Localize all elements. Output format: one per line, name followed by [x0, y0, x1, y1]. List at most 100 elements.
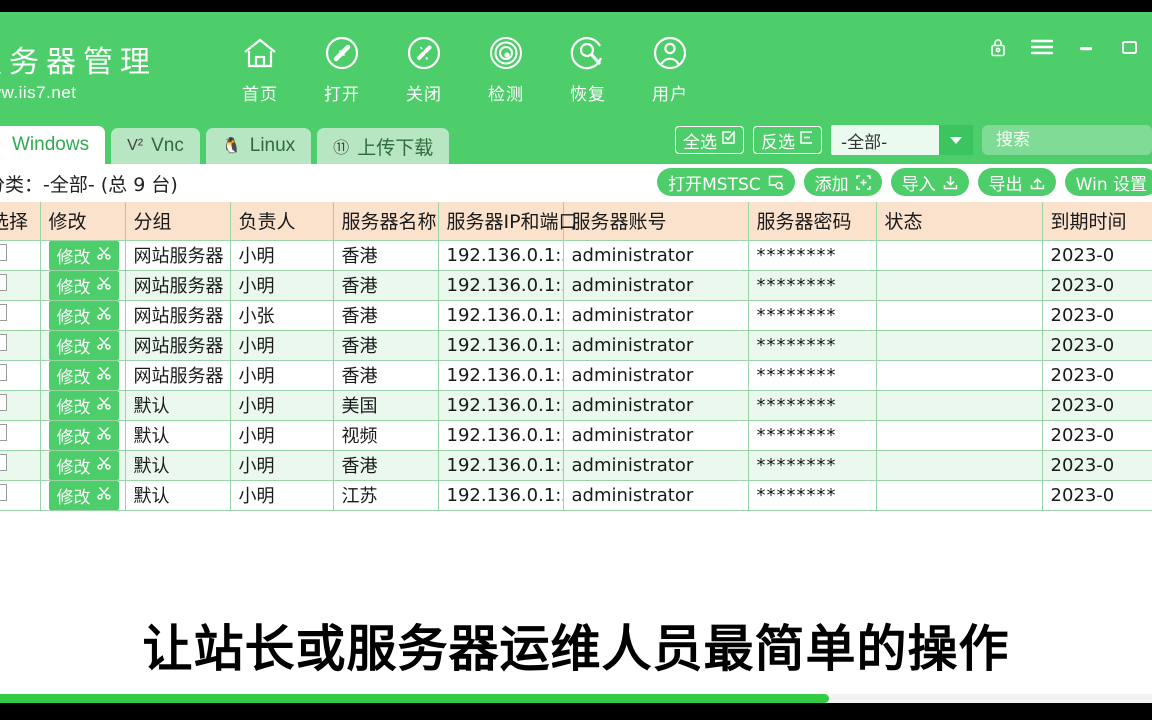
- scissors-icon: [96, 455, 111, 475]
- row-edit-cell[interactable]: 修改: [40, 330, 126, 361]
- row-server-ip: 192.136.0.1:3395: [438, 450, 564, 481]
- row-checkbox[interactable]: [0, 244, 7, 261]
- category-dropdown-value: -全部-: [841, 132, 888, 153]
- table-row[interactable]: 修改 网站服务器小明香港192.136.0.1:3389administrator…: [0, 240, 1152, 271]
- tab-linux[interactable]: 🐧 Linux: [205, 128, 312, 164]
- server-table-wrap: 选择 修改 分组 负责人 服务器名称 服务器IP和端口 服务器账号 服务器密码 …: [0, 202, 1152, 511]
- row-checkbox[interactable]: [0, 364, 7, 381]
- edit-button[interactable]: 修改: [48, 420, 119, 449]
- win-settings-button[interactable]: Win 设置: [1064, 168, 1152, 196]
- table-row[interactable]: 修改 默认小明香港192.136.0.1:3395administrator***…: [0, 450, 1152, 481]
- row-server-ip: 192.136.0.1:3397: [438, 360, 564, 391]
- row-edit-cell[interactable]: 修改: [40, 480, 126, 511]
- row-checkbox[interactable]: [0, 274, 7, 291]
- export-button[interactable]: 导出: [977, 168, 1056, 196]
- scissors-icon: [96, 335, 111, 355]
- import-button[interactable]: 导入: [890, 168, 969, 196]
- row-group: 网站服务器: [125, 240, 231, 271]
- row-owner: 小明: [230, 240, 334, 271]
- tab-upload-download[interactable]: ⑪ 上传下载: [317, 128, 450, 164]
- search-input[interactable]: [996, 130, 1152, 150]
- row-server-ip: 192.136.0.1:3390: [438, 390, 564, 421]
- upload-icon: [1030, 175, 1045, 190]
- row-account: administrator: [563, 270, 749, 301]
- select-all-button[interactable]: 全选: [675, 126, 744, 154]
- tab-vnc[interactable]: V² Vnc: [111, 128, 200, 164]
- edit-button-label: 修改: [56, 397, 91, 418]
- row-server-name: 香港: [333, 270, 439, 301]
- row-select-cell[interactable]: [0, 360, 41, 391]
- col-server-ip: 服务器IP和端口: [438, 202, 578, 241]
- row-group: 网站服务器: [125, 270, 231, 301]
- minimize-icon[interactable]: [1064, 32, 1108, 62]
- radar-icon: [485, 32, 527, 74]
- toolbar-item-close[interactable]: 关闭: [404, 32, 444, 105]
- row-expire: 2023-0: [1042, 480, 1152, 511]
- edit-button[interactable]: 修改: [48, 360, 119, 389]
- toolbar-label-close: 关闭: [406, 85, 442, 105]
- table-row[interactable]: 修改 网站服务器小张香港192.136.0.1:3393administrator…: [0, 300, 1152, 331]
- row-select-cell[interactable]: [0, 390, 41, 421]
- row-checkbox[interactable]: [0, 424, 7, 441]
- menu-icon[interactable]: [1020, 32, 1064, 62]
- row-expire: 2023-0: [1042, 390, 1152, 421]
- row-edit-cell[interactable]: 修改: [40, 390, 126, 421]
- progress-track[interactable]: [0, 694, 1152, 703]
- edit-button[interactable]: 修改: [48, 450, 119, 479]
- table-row[interactable]: 修改 默认小明视频192.136.0.1:3392administrator***…: [0, 420, 1152, 451]
- search-box[interactable]: [982, 125, 1152, 155]
- edit-button[interactable]: 修改: [48, 240, 119, 269]
- edit-button[interactable]: 修改: [48, 270, 119, 299]
- tab-windows[interactable]: Windows: [0, 126, 106, 164]
- toolbar-item-home[interactable]: 首页: [240, 32, 280, 105]
- toolbar-item-restore[interactable]: 恢复: [568, 32, 608, 105]
- row-select-cell[interactable]: [0, 330, 41, 361]
- row-checkbox[interactable]: [0, 334, 7, 351]
- row-edit-cell[interactable]: 修改: [40, 270, 126, 301]
- scissors-icon: [96, 395, 111, 415]
- row-checkbox[interactable]: [0, 454, 7, 471]
- toolbar-item-user[interactable]: 用户: [650, 32, 690, 105]
- row-select-cell[interactable]: [0, 300, 41, 331]
- row-checkbox[interactable]: [0, 394, 7, 411]
- table-row[interactable]: 修改 网站服务器小明香港192.136.0.1:3391administrator…: [0, 270, 1152, 301]
- row-expire: 2023-0: [1042, 450, 1152, 481]
- row-select-cell[interactable]: [0, 420, 41, 451]
- row-group: 默认: [125, 450, 231, 481]
- invert-selection-button[interactable]: 反选: [753, 126, 822, 154]
- edit-button-label: 修改: [56, 247, 91, 268]
- row-checkbox[interactable]: [0, 484, 7, 501]
- invert-selection-label: 反选: [761, 132, 795, 153]
- row-edit-cell[interactable]: 修改: [40, 450, 126, 481]
- main-toolbar: 首页 打开 关闭 检测 恢复 用户: [240, 32, 690, 105]
- row-select-cell[interactable]: [0, 270, 41, 301]
- col-group: 分组: [125, 202, 231, 241]
- category-dropdown[interactable]: -全部-: [831, 125, 973, 155]
- chevron-down-icon[interactable]: [939, 125, 973, 155]
- toolbar-item-detect[interactable]: 检测: [486, 32, 526, 105]
- row-select-cell[interactable]: [0, 450, 41, 481]
- row-edit-cell[interactable]: 修改: [40, 300, 126, 331]
- toolbar-label-restore: 恢复: [570, 85, 606, 105]
- table-row[interactable]: 修改 默认小明美国192.136.0.1:3390administrator***…: [0, 390, 1152, 421]
- edit-button[interactable]: 修改: [48, 300, 119, 329]
- row-edit-cell[interactable]: 修改: [40, 420, 126, 451]
- table-row[interactable]: 修改 默认小明江苏192.136.0.1:3396administrator***…: [0, 480, 1152, 511]
- maximize-icon[interactable]: [1108, 32, 1152, 62]
- table-row[interactable]: 修改 网站服务器小明香港192.136.0.1:3394administrator…: [0, 330, 1152, 361]
- table-row[interactable]: 修改 网站服务器小明香港192.136.0.1:3397administrator…: [0, 360, 1152, 391]
- toolbar-item-open[interactable]: 打开: [322, 32, 362, 105]
- col-expire: 到期时间: [1042, 202, 1152, 241]
- open-mstsc-button[interactable]: 打开MSTSC: [657, 168, 795, 196]
- row-edit-cell[interactable]: 修改: [40, 240, 126, 271]
- add-button[interactable]: 添加: [803, 168, 882, 196]
- lock-icon[interactable]: [976, 32, 1020, 62]
- edit-button[interactable]: 修改: [48, 390, 119, 419]
- row-edit-cell[interactable]: 修改: [40, 360, 126, 391]
- row-select-cell[interactable]: [0, 480, 41, 511]
- row-select-cell[interactable]: [0, 240, 41, 271]
- letterbox-top: [0, 0, 1152, 12]
- edit-button[interactable]: 修改: [48, 480, 119, 509]
- row-checkbox[interactable]: [0, 304, 7, 321]
- edit-button[interactable]: 修改: [48, 330, 119, 359]
